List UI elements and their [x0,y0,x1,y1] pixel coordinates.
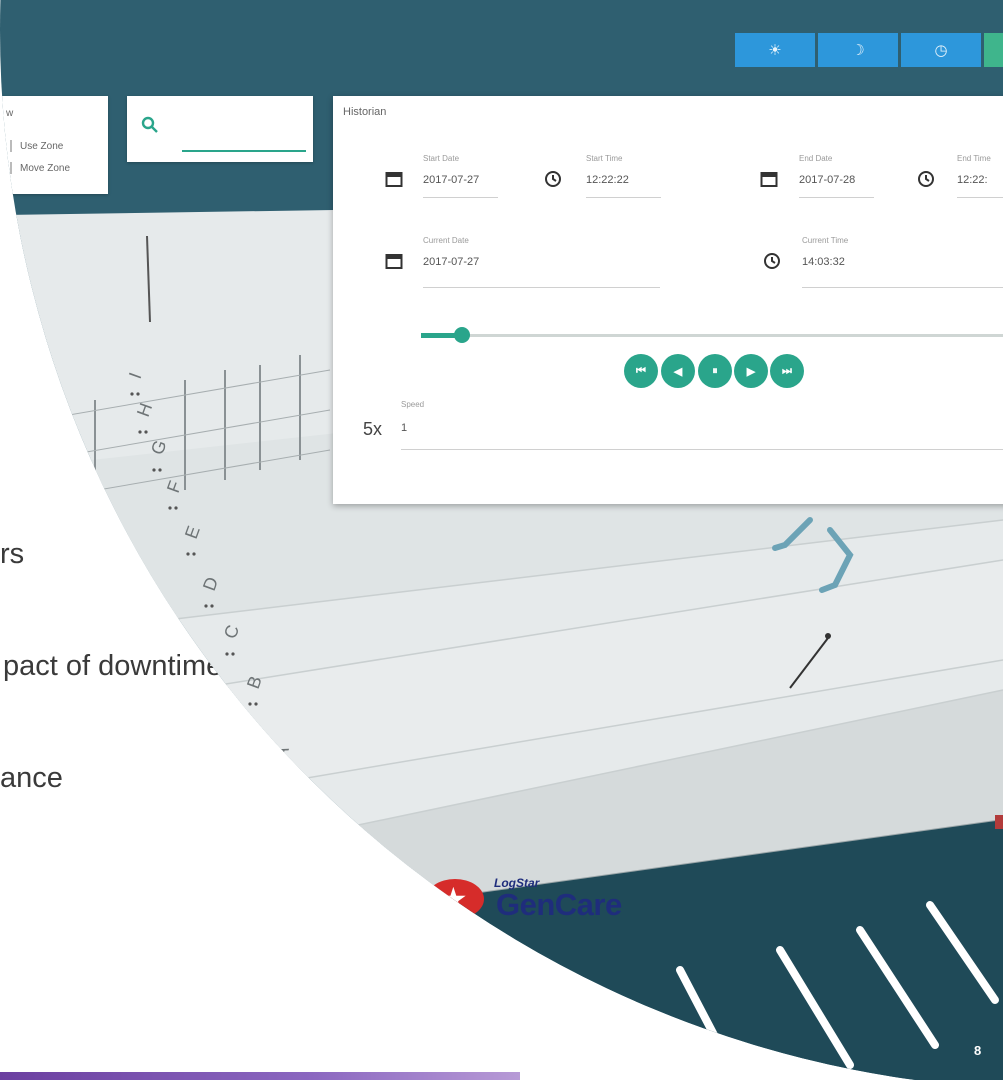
start-date-label: Start Date [423,154,460,163]
end-date-field[interactable]: End Date 2017-07-28 [799,154,874,198]
step-back-icon: ◀ [673,365,683,378]
field-underline [802,287,1003,288]
aisle-marker-dot [158,468,162,472]
timeline-thumb[interactable] [454,327,470,343]
field-underline [401,449,1003,450]
field-underline [423,287,660,288]
current-time-label: Current Time [802,236,849,245]
start-date-value: 2017-07-27 [423,174,480,186]
current-date-label: Current Date [423,236,469,245]
speed-value: 1 [401,422,408,434]
zone-swatch [10,162,12,174]
calendar-icon[interactable] [760,170,778,193]
start-time-label: Start Time [586,154,623,163]
warehouse-3d-view[interactable]: IHGFEDCBA ☀ ☽ ◷ w Use Zone Move Zone His… [0,0,1003,1080]
slide-text-line-2: pact of downtime [3,650,223,682]
aisle-marker-dot [168,506,172,510]
historian-panel: Historian Start Date 2017-07-27 Start Ti… [333,96,1003,504]
aisle-marker-dot [174,506,178,510]
speed-label: Speed [401,400,425,409]
start-date-field[interactable]: Start Date 2017-07-27 [423,154,498,198]
skip-end-button[interactable]: ⏭ [770,354,804,388]
historian-title: Historian [343,106,387,118]
field-underline [586,197,661,198]
use-zone-item[interactable]: Use Zone [10,140,63,152]
field-underline [799,197,874,198]
skip-end-icon: ⏭ [782,364,792,377]
slide-text-line-3: ance [0,762,63,794]
aisle-marker-dot [152,468,156,472]
search-input[interactable] [182,122,306,152]
logstar-gencare-logo: ★ LogStar GenCare [426,871,686,931]
aisle-marker-dot [186,552,190,556]
clock-icon: ◷ [934,42,948,59]
search-box [127,96,313,162]
logo-big-text: GenCare [496,887,622,922]
aisle-marker-dot [144,430,148,434]
zone-panel-header: w [6,108,14,119]
calendar-icon[interactable] [385,252,403,275]
timeline-track[interactable] [421,334,1003,337]
clock-icon[interactable] [544,170,562,193]
zone-swatch [10,140,12,152]
step-back-button[interactable]: ◀ [661,354,695,388]
aisle-marker-dot [275,772,279,776]
skip-start-icon: ⏮ [636,364,646,377]
end-time-value: 12:22: [957,174,988,186]
play-icon: ▶ [746,365,756,378]
moon-icon: ☽ [851,42,865,59]
pause-icon: ⏸ [712,364,718,377]
aisle-marker-dot [254,702,258,706]
skip-start-button[interactable]: ⏮ [624,354,658,388]
aisle-marker-dot [136,392,140,396]
aisle-marker-dot [192,552,196,556]
toolbar-extra-button[interactable] [984,33,1003,67]
current-time-field[interactable]: Current Time 14:03:32 [802,236,1003,288]
calendar-icon[interactable] [385,170,403,193]
move-zone-label: Move Zone [20,162,71,174]
aisle-marker-dot [248,702,252,706]
end-date-label: End Date [799,154,833,163]
aisle-marker-dot [210,604,214,608]
current-date-field[interactable]: Current Date 2017-07-27 [423,236,660,288]
sun-icon: ☀ [768,42,782,59]
current-time-value: 14:03:32 [802,256,845,268]
clock-icon[interactable] [763,252,781,275]
footer-accent-bar [0,1072,520,1080]
end-date-value: 2017-07-28 [799,174,856,186]
start-time-field[interactable]: Start Time 12:22:22 [586,154,661,198]
move-zone-item[interactable]: Move Zone [10,162,70,174]
pause-button[interactable]: ⏸ [698,354,732,388]
current-date-value: 2017-07-27 [423,256,480,268]
clock-icon[interactable] [917,170,935,193]
aisle-marker-dot [231,652,235,656]
play-button[interactable]: ▶ [734,354,768,388]
use-zone-label: Use Zone [20,140,64,152]
zone-legend-panel: w Use Zone Move Zone [0,96,108,194]
speed-input-field[interactable]: Speed 1 [401,400,1003,450]
field-underline [423,197,498,198]
end-time-label: End Time [957,154,991,163]
speed-display: 5x [363,419,383,439]
sun-mode-button[interactable]: ☀ [735,33,815,67]
start-time-value: 12:22:22 [586,174,629,186]
field-underline [957,197,1003,198]
aisle-marker-dot [281,772,285,776]
aisle-marker-dot [204,604,208,608]
slide-text-line-1: rs [0,538,25,570]
logo-star-icon: ★ [426,879,484,919]
search-icon [141,116,159,139]
page-number: 8 [974,1043,982,1058]
night-mode-button[interactable]: ☽ [818,33,898,67]
aisle-marker-dot [138,430,142,434]
historian-mode-button[interactable]: ◷ [901,33,981,67]
aisle-marker-dot [225,652,229,656]
end-time-field[interactable]: End Time 12:22: [957,154,1003,198]
aisle-marker-dot [130,392,134,396]
